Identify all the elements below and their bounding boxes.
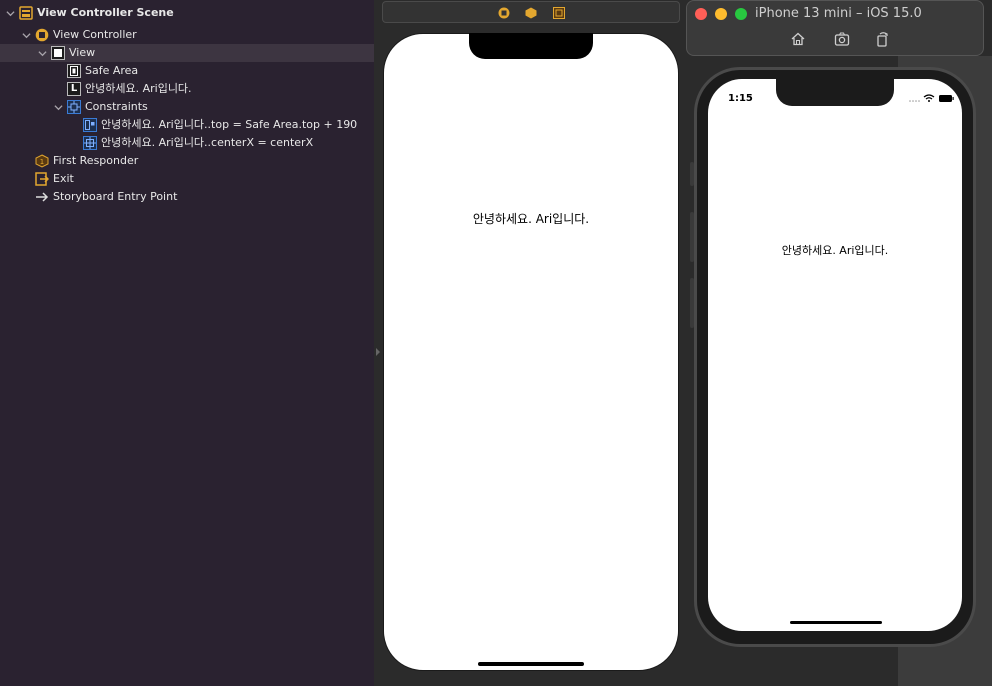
outline-label-text: 안녕하세요. Ari입니다. <box>85 82 192 95</box>
outline-row-label[interactable]: L 안녕하세요. Ari입니다. <box>0 80 374 98</box>
screenshot-icon[interactable] <box>834 31 850 47</box>
scene-dock-bar <box>382 1 680 23</box>
zoom-button[interactable] <box>735 8 747 20</box>
home-icon[interactable] <box>790 31 806 47</box>
outline-row-constraints[interactable]: Constraints <box>0 98 374 116</box>
outline-view-controller-label: View Controller <box>53 28 137 41</box>
arrow-right-icon <box>36 192 49 202</box>
chevron-down-icon[interactable] <box>5 8 15 18</box>
view-icon <box>51 46 65 60</box>
outline-row-safe-area[interactable]: Safe Area <box>0 62 374 80</box>
notch <box>776 79 894 106</box>
outline-safe-area-label: Safe Area <box>85 64 139 77</box>
simulator-window-titlebar[interactable]: iPhone 13 mini – iOS 15.0 <box>686 0 984 56</box>
notch <box>469 33 593 59</box>
chevron-down-icon[interactable] <box>37 48 47 58</box>
home-indicator <box>478 662 584 666</box>
close-button[interactable] <box>695 8 707 20</box>
scene-icon <box>19 6 33 20</box>
chevron-down-icon[interactable] <box>53 102 63 112</box>
exit-icon[interactable] <box>553 7 565 19</box>
outline-row-constraint-centerx[interactable]: 안녕하세요. Ari입니다..centerX = centerX <box>0 134 374 152</box>
simulator-title: iPhone 13 mini – iOS 15.0 <box>755 6 922 21</box>
constraint-icon <box>83 136 97 150</box>
outline-constraints-label: Constraints <box>85 100 148 113</box>
rotate-icon[interactable] <box>875 31 891 47</box>
label-icon: L <box>67 82 81 96</box>
first-responder-icon: 1 <box>35 154 49 168</box>
panel-divider-handle[interactable] <box>374 342 382 362</box>
safe-area-icon <box>67 64 81 78</box>
document-outline: View Controller Scene View Controller Vi… <box>0 0 374 686</box>
status-bar-time: 1:15 <box>728 93 753 104</box>
outline-row-view[interactable]: View <box>0 44 374 62</box>
outline-constraint-top-label: 안녕하세요. Ari입니다..top = Safe Area.top + 190 <box>101 118 358 131</box>
svg-text:1: 1 <box>40 158 44 166</box>
outline-constraint-centerx-label: 안녕하세요. Ari입니다..centerX = centerX <box>101 136 314 149</box>
outline-row-view-controller[interactable]: View Controller <box>0 26 374 44</box>
home-indicator[interactable] <box>790 621 882 624</box>
view-controller-icon <box>35 28 49 42</box>
outline-row-exit[interactable]: Exit <box>0 170 374 188</box>
exit-icon <box>35 172 49 186</box>
constraints-icon <box>67 100 81 114</box>
storyboard-iphone-frame[interactable]: 안녕하세요. Ari입니다. <box>383 33 679 671</box>
canvas-greeting-label[interactable]: 안녕하세요. Ari입니다. <box>384 210 678 227</box>
outline-row-constraint-top[interactable]: 안녕하세요. Ari입니다..top = Safe Area.top + 190 <box>0 116 374 134</box>
outline-scene-label: View Controller Scene <box>37 6 174 19</box>
simulator-screen[interactable]: 1:15 안녕하세요. Ari입니다. <box>708 79 962 631</box>
simulator-greeting-label: 안녕하세요. Ari입니다. <box>781 244 889 257</box>
outline-entry-point-label: Storyboard Entry Point <box>53 190 178 203</box>
first-responder-icon[interactable] <box>525 7 537 19</box>
view-controller-icon[interactable] <box>498 7 510 19</box>
outline-row-first-responder[interactable]: 1 First Responder <box>0 152 374 170</box>
outline-first-responder-label: First Responder <box>53 154 139 167</box>
constraint-icon <box>83 118 97 132</box>
outline-view-label: View <box>69 46 96 59</box>
status-bar-icons <box>909 94 954 102</box>
minimize-button[interactable] <box>715 8 727 20</box>
chevron-down-icon[interactable] <box>21 30 31 40</box>
outline-row-scene[interactable]: View Controller Scene <box>0 4 374 22</box>
outline-row-entry-point[interactable]: Storyboard Entry Point <box>0 188 374 206</box>
outline-exit-label: Exit <box>53 172 74 185</box>
